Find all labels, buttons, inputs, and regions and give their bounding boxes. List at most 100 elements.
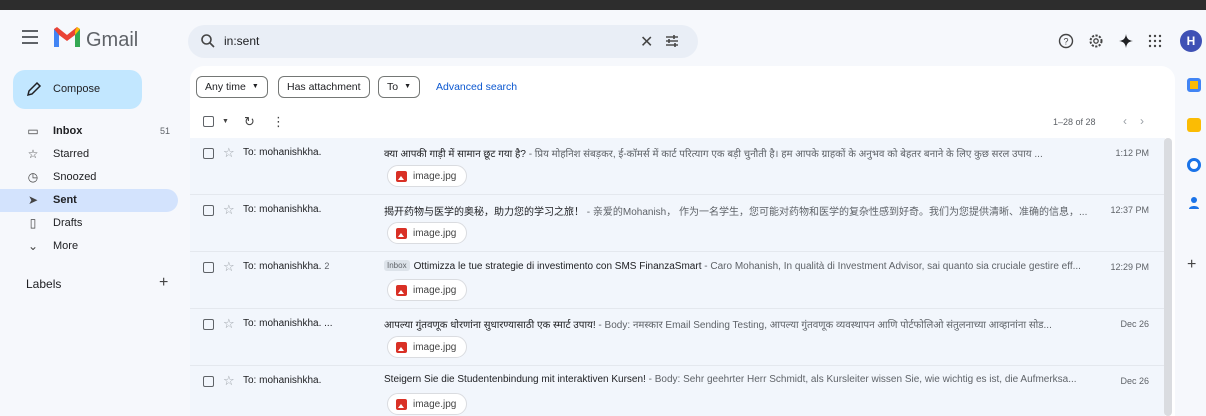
account-avatar[interactable]: H <box>1180 30 1202 52</box>
email-row[interactable]: ☆ To: mohanishkha. Steigern Sie die Studen… <box>190 366 1165 416</box>
app-brand[interactable]: Gmail <box>86 29 138 52</box>
gmail-logo-icon[interactable] <box>52 25 82 49</box>
main-menu-button[interactable] <box>22 30 42 46</box>
image-file-icon <box>396 399 407 410</box>
attachment-chip[interactable]: image.jpg <box>387 222 468 244</box>
email-list: ☆ To: mohanishkha. क्या आपकी गाड़ी में साम… <box>190 138 1165 416</box>
attachment-chip[interactable]: image.jpg <box>387 165 468 187</box>
email-time: 12:29 PM <box>1110 262 1149 272</box>
search-bar[interactable]: ✕ <box>188 25 698 58</box>
contacts-app-icon[interactable] <box>1187 196 1201 210</box>
search-icon[interactable] <box>200 33 216 49</box>
pencil-icon <box>26 81 42 97</box>
row-checkbox[interactable] <box>203 376 214 387</box>
advanced-search-link[interactable]: Advanced search <box>436 81 517 93</box>
labels-heading: Labels <box>26 277 62 291</box>
recipient-name: To: mohanishkha. <box>243 375 322 386</box>
add-app-icon[interactable]: + <box>1187 256 1196 274</box>
hamburger-icon-bar <box>22 36 38 38</box>
email-row[interactable]: ☆ To: mohanishkha. क्या आपकी गाड़ी में साम… <box>190 138 1165 195</box>
apps-grid-icon[interactable] <box>1148 34 1162 48</box>
row-checkbox[interactable] <box>203 262 214 273</box>
email-subject: Steigern Sie die Studentenbindung mit in… <box>384 374 646 385</box>
attachment-chip[interactable]: image.jpg <box>387 393 468 415</box>
email-row[interactable]: ☆ To: mohanishkha. 2 Inbox Ottimizza le tue … <box>190 252 1165 309</box>
email-snippet: - प्रिय मोहनिश संबड़कर, ई-कॉमर्स में कार… <box>525 149 1043 160</box>
sidebar-item-label: Drafts <box>53 217 83 229</box>
mail-list-scrollbar[interactable] <box>1164 138 1172 416</box>
clock-icon: ◷ <box>27 170 39 184</box>
attachment-name: image.jpg <box>413 171 457 182</box>
refresh-icon[interactable]: ↻ <box>244 114 255 130</box>
email-summary: 揭开药物与医学的奥秘，助力您的学习之旅！ - 亲爱的Mohanish， 作为一名… <box>384 203 1089 218</box>
sidebar-item-snoozed[interactable]: ◷ Snoozed <box>0 166 178 189</box>
tasks-app-icon[interactable] <box>1187 158 1201 172</box>
email-subject: 揭开药物与医学的奥秘，助力您的学习之旅！ <box>384 207 584 218</box>
image-file-icon <box>396 342 407 353</box>
attachment-name: image.jpg <box>413 399 457 410</box>
email-subject: क्या आपकी गाड़ी में सामान छूट गया है? <box>384 149 526 160</box>
email-summary: क्या आपकी गाड़ी में सामान छूट गया है? - … <box>384 146 1089 160</box>
recipient-name: To: mohanishkha. <box>243 204 322 215</box>
help-icon[interactable]: ? <box>1058 33 1074 49</box>
calendar-app-icon[interactable] <box>1187 78 1201 92</box>
search-input[interactable] <box>224 31 604 51</box>
recipient-name: To: mohanishkha. <box>243 261 322 272</box>
attachment-chip[interactable]: image.jpg <box>387 336 468 358</box>
email-summary: Inbox Ottimizza le tue strategie di inves… <box>384 260 1089 272</box>
email-row[interactable]: ☆ To: mohanishkha. 揭开药物与医学的奥秘，助力您的学习之旅！ - … <box>190 195 1165 252</box>
star-icon: ☆ <box>27 147 39 161</box>
sidebar-item-label: Snoozed <box>53 171 97 183</box>
sidebar-item-label: Starred <box>53 148 90 160</box>
caret-down-icon: ▼ <box>251 83 259 91</box>
star-icon[interactable]: ☆ <box>223 259 235 275</box>
sidebar-item-starred[interactable]: ☆ Starred <box>0 143 178 166</box>
has-attachment-filter-label: Has attachment <box>287 81 361 93</box>
email-time: Dec 26 <box>1120 319 1149 329</box>
select-all-checkbox[interactable] <box>203 116 214 127</box>
star-icon[interactable]: ☆ <box>223 316 235 332</box>
to-filter[interactable]: To ▼ <box>378 76 421 98</box>
sidebar-item-inbox[interactable]: ▭ Inbox 51 <box>0 120 178 143</box>
gemini-sparkle-icon[interactable] <box>1118 33 1134 49</box>
svg-text:?: ? <box>1063 37 1068 47</box>
any-time-filter[interactable]: Any time ▼ <box>196 76 268 98</box>
settings-icon[interactable] <box>1088 33 1104 49</box>
to-filter-label: To <box>387 81 399 93</box>
sidebar-item-drafts[interactable]: ▯ Drafts <box>0 212 178 235</box>
has-attachment-filter[interactable]: Has attachment <box>278 76 370 98</box>
row-checkbox[interactable] <box>203 205 214 216</box>
inbox-icon: ▭ <box>27 124 39 138</box>
star-icon[interactable]: ☆ <box>223 373 235 389</box>
contacts-person-icon <box>1189 197 1199 209</box>
add-label-icon[interactable]: + <box>159 274 168 292</box>
select-options-icon[interactable]: ▼ <box>222 118 229 125</box>
clear-search-icon[interactable]: ✕ <box>640 32 653 52</box>
email-time: 1:12 PM <box>1115 148 1149 158</box>
image-file-icon <box>396 171 407 182</box>
star-icon[interactable]: ☆ <box>223 202 235 218</box>
inbox-label-badge[interactable]: Inbox <box>384 260 410 271</box>
search-options-icon[interactable] <box>664 33 680 49</box>
recipient-name: To: mohanishkha. <box>243 147 322 158</box>
sidebar-item-more[interactable]: ⌄ More <box>0 235 178 258</box>
email-snippet: - Body: नमस्कार Email Sending Testing, आ… <box>595 320 1052 331</box>
chevron-right-icon[interactable]: › <box>1140 114 1144 128</box>
compose-button[interactable]: Compose <box>13 70 142 109</box>
row-checkbox[interactable] <box>203 319 214 330</box>
sidebar-item-label: Sent <box>53 194 77 206</box>
email-time: Dec 26 <box>1120 376 1149 386</box>
pagination-range: 1–28 of 28 <box>1053 117 1096 127</box>
caret-down-icon: ▼ <box>404 83 412 91</box>
more-options-icon[interactable]: ⋮ <box>272 114 285 130</box>
attachment-chip[interactable]: image.jpg <box>387 279 468 301</box>
email-row[interactable]: ☆ To: mohanishkha. ... आपल्या गुंतवणूक धोर… <box>190 309 1165 366</box>
row-checkbox[interactable] <box>203 148 214 159</box>
star-icon[interactable]: ☆ <box>223 145 235 161</box>
sidebar-item-sent[interactable]: ➤ Sent <box>0 189 178 212</box>
recipient: To: mohanishkha. 2 <box>243 261 329 272</box>
chevron-left-icon[interactable]: ‹ <box>1123 114 1127 128</box>
draft-icon: ▯ <box>29 216 37 230</box>
keep-app-icon[interactable] <box>1187 118 1201 132</box>
sidebar-item-label: More <box>53 240 79 252</box>
